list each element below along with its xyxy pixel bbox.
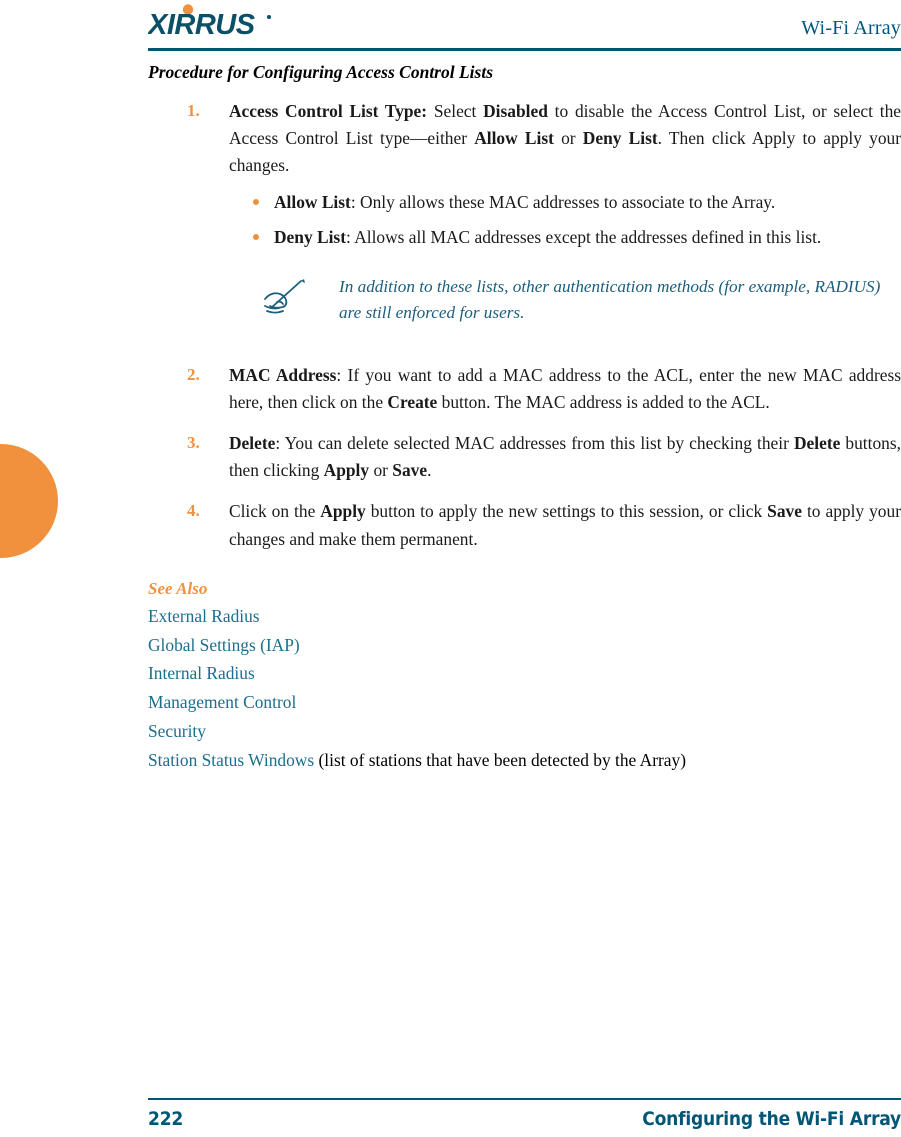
step-3: 3. Delete: You can delete selected MAC a… [148, 430, 901, 484]
page-title: Procedure for Configuring Access Control… [148, 62, 494, 82]
step-text: MAC Address: If you want to add a MAC ad… [229, 364, 901, 412]
step-text: Click on the Apply button to apply the n… [229, 501, 901, 549]
cross-reference-link[interactable]: Station Status Windows [148, 750, 314, 770]
step-2: 2. MAC Address: If you want to add a MAC… [148, 362, 901, 416]
page-footer: 222 Configuring the Wi-Fi Array [148, 1104, 901, 1134]
list-item: Allow List: Only allows these MAC addres… [229, 189, 901, 216]
list-item: Deny List: Allows all MAC addresses exce… [229, 224, 901, 251]
header-rule [148, 48, 901, 51]
cross-reference-link[interactable]: Internal Radius [148, 663, 255, 683]
step-text: Access Control List Type: Select Disable… [229, 100, 901, 176]
document-page: XIRRUS Wi-Fi Array Procedure for Configu… [0, 0, 901, 1137]
cross-reference-link[interactable]: Management Control [148, 692, 296, 712]
list-item: Station Status Windows (list of stations… [148, 746, 901, 775]
svg-text:XIRRUS: XIRRUS [148, 9, 256, 40]
step-number: 1. [187, 100, 200, 120]
step-1: 1. Access Control List Type: Select Disa… [148, 98, 901, 352]
header-title: Wi-Fi Array [801, 17, 901, 39]
step-number: 4. [187, 501, 200, 521]
list-item: Internal Radius [148, 659, 901, 688]
note-callout: In addition to these lists, other authen… [229, 274, 901, 326]
list-item: Management Control [148, 688, 901, 717]
list-item: Global Settings (IAP) [148, 631, 901, 660]
see-also-heading: See Also [148, 578, 208, 598]
procedure-steps-list: 1. Access Control List Type: Select Disa… [148, 98, 901, 553]
page-edge-tab [0, 444, 58, 558]
step-text: Delete: You can delete selected MAC addr… [229, 433, 901, 481]
bullet-dot-icon [253, 199, 259, 206]
step-number: 3. [187, 433, 200, 453]
cross-reference-link[interactable]: Global Settings (IAP) [148, 635, 300, 655]
cross-reference-link[interactable]: Security [148, 721, 206, 741]
list-type-bullets: Allow List: Only allows these MAC addres… [229, 189, 901, 251]
step-number: 2. [187, 364, 200, 384]
footer-section-title: Configuring the Wi-Fi Array [642, 1108, 901, 1130]
note-writing-hand-icon [257, 278, 307, 318]
bullet-text: Allow List: Only allows these MAC addres… [274, 192, 776, 213]
list-item: External Radius [148, 602, 901, 631]
bullet-text: Deny List: Allows all MAC addresses exce… [274, 227, 822, 248]
list-item: Security [148, 717, 901, 746]
see-also-links: External Radius Global Settings (IAP) In… [148, 602, 901, 775]
step-4: 4. Click on the Apply button to apply th… [148, 498, 901, 552]
footer-rule [148, 1098, 901, 1100]
bullet-dot-icon [253, 234, 259, 241]
see-also-section: See Also External Radius Global Settings… [148, 579, 901, 775]
page-content: Procedure for Configuring Access Control… [148, 62, 901, 775]
xirrus-logo: XIRRUS [148, 4, 318, 40]
note-text: In addition to these lists, other authen… [339, 276, 881, 322]
page-number: 222 [148, 1108, 184, 1130]
cross-reference-suffix: (list of stations that have been detecte… [314, 750, 686, 771]
cross-reference-link[interactable]: External Radius [148, 606, 260, 626]
